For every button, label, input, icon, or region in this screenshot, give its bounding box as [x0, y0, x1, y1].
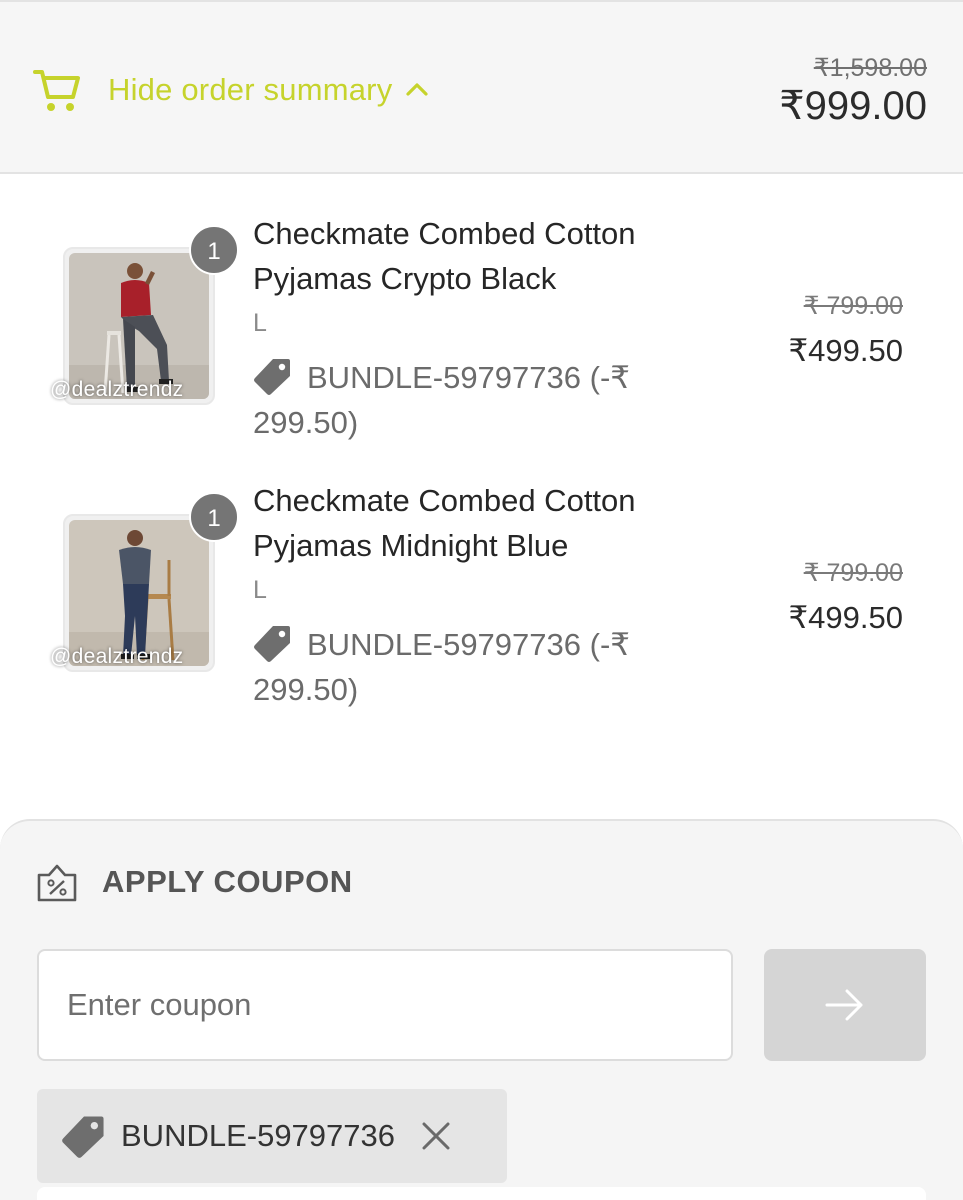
order-summary-toggle[interactable]: Hide order summary: [32, 60, 430, 120]
tag-icon: [254, 359, 290, 395]
discount-amount-line: 299.50): [253, 405, 359, 440]
coupon-section: APPLY COUPON BUNDLE-59797736: [0, 819, 963, 1200]
image-watermark: @dealztrendz: [50, 645, 184, 668]
product-title-line: Checkmate Combed Cotton: [253, 216, 636, 251]
final-total: ₹999.00: [779, 84, 927, 128]
applied-coupon-code: BUNDLE-59797736: [121, 1118, 396, 1153]
product-title: Checkmate Combed Cotton Pyjamas Crypto B…: [253, 211, 723, 301]
coupon-title: APPLY COUPON: [102, 864, 353, 899]
original-price: ₹ 799.00: [803, 292, 903, 320]
tag-icon: [62, 1116, 104, 1158]
original-total: ₹1,598.00: [813, 54, 927, 82]
original-price: ₹ 799.00: [803, 559, 903, 587]
quantity-badge: 1: [189, 492, 239, 542]
discount-code-line: BUNDLE-59797736 (-₹: [307, 627, 630, 662]
coupon-input[interactable]: [37, 949, 733, 1061]
product-title-line: Pyjamas Crypto Black: [253, 261, 557, 296]
checkout-page: Hide order summary ₹1,598.00 ₹999.00 @de…: [0, 0, 963, 1200]
coupon-percent-icon: [37, 864, 77, 902]
chevron-up-icon: [406, 83, 429, 96]
discount-amount-line: 299.50): [253, 672, 359, 707]
arrow-right-icon: [825, 989, 863, 1021]
final-price: ₹499.50: [788, 333, 903, 368]
order-totals: ₹1,598.00 ₹999.00: [779, 52, 927, 128]
product-prices: ₹ 799.00 ₹499.50: [788, 289, 903, 379]
product-discount: BUNDLE-59797736 (-₹ 299.50): [253, 355, 693, 445]
image-watermark: @dealztrendz: [50, 378, 184, 401]
next-field-edge: [37, 1187, 926, 1200]
coupon-heading: APPLY COUPON: [36, 861, 353, 903]
tag-icon: [254, 626, 290, 662]
order-summary-header: Hide order summary ₹1,598.00 ₹999.00: [0, 0, 963, 174]
applied-coupon-chip: BUNDLE-59797736: [37, 1089, 507, 1183]
product-title: Checkmate Combed Cotton Pyjamas Midnight…: [253, 478, 723, 568]
cart-icon: [33, 70, 80, 111]
product-size: L: [253, 309, 267, 337]
close-icon[interactable]: [419, 1119, 453, 1153]
quantity-badge: 1: [189, 225, 239, 275]
product-title-line: Pyjamas Midnight Blue: [253, 528, 569, 563]
product-size: L: [253, 576, 267, 604]
product-title-line: Checkmate Combed Cotton: [253, 483, 636, 518]
order-summary-toggle-label: Hide order summary: [108, 72, 393, 107]
final-price: ₹499.50: [788, 600, 903, 635]
product-discount: BUNDLE-59797736 (-₹ 299.50): [253, 622, 693, 712]
discount-code-line: BUNDLE-59797736 (-₹: [307, 360, 630, 395]
apply-coupon-button[interactable]: [764, 949, 926, 1061]
product-prices: ₹ 799.00 ₹499.50: [788, 556, 903, 646]
